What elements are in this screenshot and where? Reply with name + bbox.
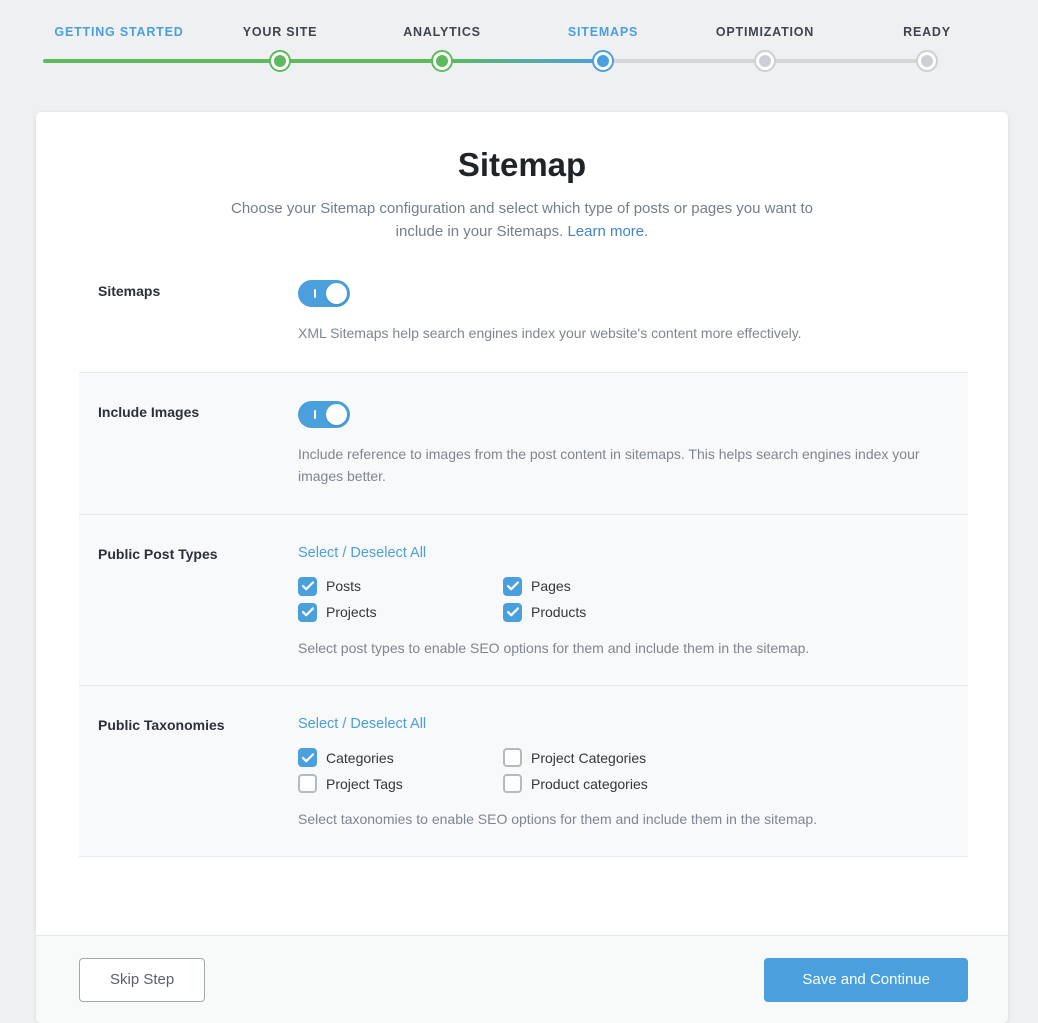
- checkbox-item-product-categories[interactable]: Product categories: [503, 774, 648, 794]
- subtitle-text: Choose your Sitemap configuration and se…: [230, 200, 813, 241]
- settings-group: Include Images Include reference to imag…: [36, 371, 1008, 858]
- setting-label: Include Images: [98, 403, 200, 420]
- setting-row-include-images: Include Images Include reference to imag…: [79, 371, 968, 514]
- checkbox-pages[interactable]: [503, 576, 522, 596]
- checkbox-item-categories[interactable]: Categories: [298, 748, 503, 768]
- step-getting-started[interactable]: GETTING STARTED: [54, 25, 183, 39]
- checkbox-product-categories[interactable]: [503, 774, 522, 794]
- step-optimization: OPTIMIZATION: [715, 25, 815, 39]
- toggle-on-indicator: [314, 288, 316, 298]
- setting-row-public-taxonomies: Public Taxonomies Select / Deselect All …: [79, 685, 968, 858]
- wizard-card: Sitemap Choose your Sitemap configuratio…: [36, 112, 1008, 1023]
- page-subtitle: Choose your Sitemap configuration and se…: [217, 197, 827, 244]
- checkbox-label: Posts: [326, 578, 362, 595]
- setting-label: Public Post Types: [98, 545, 218, 562]
- wizard-footer: Skip Step Save and Continue: [36, 935, 1008, 1023]
- toggle-knob: [326, 403, 347, 425]
- page-title: Sitemap: [457, 146, 587, 183]
- step-dot-analytics[interactable]: [431, 50, 453, 72]
- dot-core: [436, 55, 448, 67]
- dot-core: [759, 55, 771, 67]
- setting-row-sitemaps: Sitemaps XML Sitemaps help search engine…: [79, 279, 968, 372]
- checkbox-label: Product categories: [531, 775, 648, 792]
- checkbox-label: Pages: [531, 578, 571, 595]
- toggle-knob: [326, 282, 347, 304]
- dot-core: [921, 55, 933, 67]
- step-dot-your-site[interactable]: [269, 50, 291, 72]
- check-icon: [506, 607, 519, 617]
- check-icon: [506, 581, 519, 591]
- checkbox-posts[interactable]: [298, 576, 317, 596]
- setting-description: XML Sitemaps help search engines index y…: [298, 324, 802, 341]
- dot-core: [597, 55, 609, 67]
- checkbox-item-project-categories[interactable]: Project Categories: [503, 748, 648, 768]
- select-deselect-all-post-types[interactable]: Select / Deselect All: [298, 545, 426, 561]
- checkbox-products[interactable]: [503, 602, 522, 622]
- step-ready: READY: [903, 25, 951, 39]
- checkbox-label: Project Categories: [531, 749, 647, 766]
- include-images-toggle[interactable]: [298, 400, 350, 428]
- select-deselect-all-taxonomies[interactable]: Select / Deselect All: [298, 716, 426, 732]
- setting-description: Select post types to enable SEO options …: [298, 639, 810, 656]
- checkbox-project-tags[interactable]: [298, 774, 317, 794]
- setting-description: Select taxonomies to enable SEO options …: [298, 811, 818, 828]
- checkbox-categories[interactable]: [298, 748, 317, 768]
- step-analytics[interactable]: ANALYTICS: [403, 25, 481, 39]
- check-icon: [301, 752, 314, 762]
- checkbox-label: Projects: [326, 604, 377, 621]
- sitemaps-toggle[interactable]: [298, 279, 350, 307]
- checkbox-project-categories[interactable]: [503, 748, 522, 768]
- dot-core: [274, 55, 286, 67]
- post-types-checkbox-grid: Posts Pages Projects Products: [298, 576, 956, 622]
- check-icon: [301, 607, 314, 617]
- checkbox-label: Products: [531, 604, 587, 621]
- progress-line-completed: [43, 59, 442, 63]
- setting-label: Sitemaps: [98, 282, 161, 299]
- step-your-site[interactable]: YOUR SITE: [243, 25, 318, 39]
- checkbox-item-project-tags[interactable]: Project Tags: [298, 774, 503, 794]
- checkbox-item-posts[interactable]: Posts: [298, 576, 503, 596]
- check-icon: [301, 581, 314, 591]
- setting-label: Public Taxonomies: [98, 717, 225, 734]
- wizard-stepper: GETTING STARTED YOUR SITE ANALYTICS SITE…: [0, 0, 1038, 112]
- checkbox-item-pages[interactable]: Pages: [503, 576, 586, 596]
- learn-more-link[interactable]: Learn more.: [567, 223, 648, 240]
- progress-line-current: [442, 59, 603, 63]
- step-dot-ready: [916, 50, 938, 72]
- setting-row-public-post-types: Public Post Types Select / Deselect All …: [79, 513, 968, 686]
- skip-step-button[interactable]: Skip Step: [79, 957, 206, 1002]
- checkbox-projects[interactable]: [298, 602, 317, 622]
- toggle-on-indicator: [314, 409, 316, 419]
- step-dot-sitemaps[interactable]: [592, 50, 614, 72]
- taxonomies-checkbox-grid: Categories Project Categories Project Ta…: [298, 748, 956, 794]
- checkbox-item-products[interactable]: Products: [503, 602, 587, 622]
- setting-description: Include reference to images from the pos…: [298, 445, 920, 485]
- step-dot-optimization: [754, 50, 776, 72]
- save-and-continue-button[interactable]: Save and Continue: [764, 957, 968, 1002]
- checkbox-label: Project Tags: [326, 775, 403, 792]
- step-sitemaps[interactable]: SITEMAPS: [568, 25, 638, 39]
- checkbox-item-projects[interactable]: Projects: [298, 602, 503, 622]
- checkbox-label: Categories: [326, 749, 394, 766]
